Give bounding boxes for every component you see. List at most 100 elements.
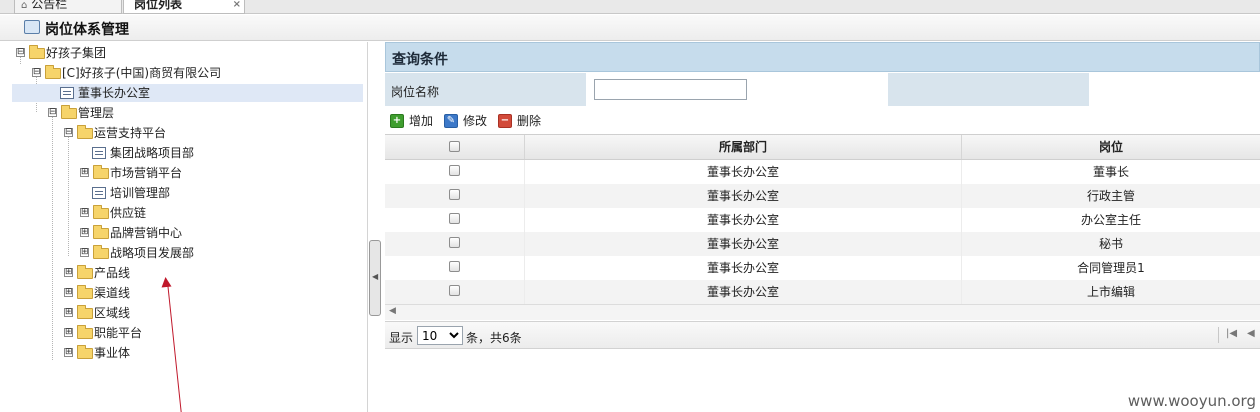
tree-node-label: 供应链 — [110, 206, 147, 220]
row-checkbox[interactable] — [449, 237, 460, 248]
column-header-dept[interactable]: 所属部门 — [525, 135, 962, 159]
tree-node-strategy-dept[interactable]: 集团战略项目部 — [78, 144, 348, 162]
dept-cell: 董事长办公室 — [525, 160, 962, 184]
table-row[interactable]: 董事长办公室 办公室主任 — [385, 208, 1260, 232]
dept-cell: 董事长办公室 — [525, 232, 962, 256]
tree-node-training[interactable]: 培训管理部 — [78, 184, 348, 202]
collapse-icon[interactable]: ⊟ — [48, 108, 57, 117]
grid-header: 所属部门 岗位 — [385, 134, 1260, 160]
expand-icon[interactable]: ⊞ — [64, 308, 73, 317]
tree-node-label: 培训管理部 — [110, 186, 171, 200]
expand-icon[interactable]: ⊞ — [64, 268, 73, 277]
folder-icon — [77, 305, 93, 319]
tree-node-label: 好孩子集团 — [46, 46, 107, 60]
post-cell: 董事长 — [1092, 165, 1129, 179]
tree-node-marketing-platform[interactable]: ⊞ 市场营销平台 — [78, 164, 348, 182]
dept-cell: 董事长办公室 — [525, 256, 962, 280]
expand-icon[interactable]: ⊞ — [64, 288, 73, 297]
post-name-input[interactable] — [594, 79, 747, 100]
query-row: 岗位名称 — [385, 73, 1260, 106]
pagination-bar: 显示 10 条，共6条 |◀ ◀ — [385, 321, 1260, 349]
add-icon: + — [390, 114, 404, 128]
tree-node-label: 区域线 — [94, 306, 131, 320]
page-icon — [60, 87, 74, 99]
scroll-left-icon[interactable]: ◀ — [389, 306, 396, 316]
tree-node-group[interactable]: ⊟ 好孩子集团 — [14, 44, 354, 62]
tree-node-management[interactable]: ⊟ 管理层 — [46, 104, 346, 122]
tree-node-label: 董事长办公室 — [78, 86, 151, 100]
post-cell: 办公室主任 — [1080, 213, 1141, 227]
tree-guide-line — [52, 116, 53, 360]
dept-cell: 董事长办公室 — [525, 208, 962, 232]
select-all-checkbox[interactable] — [449, 141, 460, 152]
tree-node-operations[interactable]: ⊟ 运营支持平台 — [62, 124, 352, 142]
query-empty-cell — [888, 73, 1089, 106]
table-row[interactable]: 董事长办公室 行政主管 — [385, 184, 1260, 208]
query-input-cell — [586, 73, 888, 106]
edit-button[interactable]: ✎ 修改 — [444, 112, 492, 130]
table-row[interactable]: 董事长办公室 上市编辑 — [385, 280, 1260, 304]
expand-icon[interactable]: ⊞ — [80, 208, 89, 217]
tree-node-label: 品牌营销中心 — [110, 226, 183, 240]
post-cell: 行政主管 — [1086, 189, 1135, 203]
expand-icon[interactable]: ⊞ — [64, 328, 73, 337]
post-cell: 上市编辑 — [1086, 285, 1135, 299]
folder-icon — [93, 225, 109, 239]
tree-node-label: [C]好孩子(中国)商贸有限公司 — [62, 66, 222, 80]
tree-node-chairman-office[interactable]: 董事长办公室 — [12, 84, 363, 102]
prev-page-icon[interactable]: ◀ — [1247, 328, 1255, 339]
row-checkbox[interactable] — [449, 285, 460, 296]
tree-node-supply-chain[interactable]: ⊞ 供应链 — [78, 204, 348, 222]
table-row[interactable]: 董事长办公室 合同管理员1 — [385, 256, 1260, 280]
edit-icon: ✎ — [444, 114, 458, 128]
tree-node-label: 事业体 — [94, 346, 131, 360]
expand-icon[interactable]: ⊞ — [80, 248, 89, 257]
panel-splitter[interactable]: ◀ — [369, 240, 381, 316]
table-row[interactable]: 董事长办公室 董事长 — [385, 160, 1260, 184]
tree-node-label: 运营支持平台 — [94, 126, 167, 140]
tab-post-list[interactable]: 岗位列表 × — [123, 0, 245, 14]
tree-node-function-platform[interactable]: ⊞ 职能平台 — [62, 324, 342, 342]
expand-icon[interactable]: ⊞ — [80, 228, 89, 237]
expand-icon[interactable]: ⊞ — [64, 348, 73, 357]
tree-node-brand-marketing[interactable]: ⊞ 品牌营销中心 — [78, 224, 348, 242]
home-icon: ⌂ — [21, 0, 28, 11]
row-checkbox[interactable] — [449, 261, 460, 272]
horizontal-scrollbar[interactable]: ◀ — [385, 304, 1260, 320]
tree-node-strategic-projects[interactable]: ⊞ 战略项目发展部 — [78, 244, 348, 262]
grid-toolbar: + 增加 ✎ 修改 − 删除 — [385, 110, 1260, 134]
folder-icon — [77, 125, 93, 139]
tree-node-company[interactable]: ⊟ [C]好孩子(中国)商贸有限公司 — [30, 64, 360, 82]
close-icon[interactable]: × — [233, 0, 241, 12]
collapse-icon[interactable]: ⊟ — [64, 128, 73, 137]
tab-bulletin[interactable]: ⌂ 公告栏 — [14, 0, 122, 14]
table-row[interactable]: 董事长办公室 秘书 — [385, 232, 1260, 256]
folder-icon — [93, 205, 109, 219]
tree-node-channel-line[interactable]: ⊞ 渠道线 — [62, 284, 342, 302]
delete-button[interactable]: − 删除 — [498, 112, 546, 130]
row-checkbox-cell — [385, 280, 525, 304]
tree-node-region-line[interactable]: ⊞ 区域线 — [62, 304, 342, 322]
query-empty-cell — [1089, 73, 1260, 106]
post-cell: 秘书 — [1098, 237, 1123, 251]
page-header: 岗位体系管理 — [0, 15, 1260, 41]
add-button[interactable]: + 增加 — [390, 112, 438, 130]
dept-cell: 董事长办公室 — [525, 280, 962, 304]
delete-button-label: 删除 — [517, 114, 542, 128]
row-checkbox[interactable] — [449, 213, 460, 224]
collapse-icon[interactable]: ⊟ — [32, 68, 41, 77]
folder-icon — [45, 65, 61, 79]
dept-cell: 董事长办公室 — [525, 184, 962, 208]
column-header-post[interactable]: 岗位 — [962, 135, 1260, 159]
row-checkbox[interactable] — [449, 165, 460, 176]
expand-icon[interactable]: ⊞ — [80, 168, 89, 177]
folder-icon — [77, 285, 93, 299]
tree-node-product-line[interactable]: ⊞ 产品线 — [62, 264, 342, 282]
collapse-icon[interactable]: ⊟ — [16, 48, 25, 57]
tree-node-business-unit[interactable]: ⊞ 事业体 — [62, 344, 342, 362]
page-size-select[interactable]: 10 — [417, 326, 463, 345]
tab-bulletin-label: 公告栏 — [31, 0, 68, 11]
row-checkbox-cell — [385, 256, 525, 280]
row-checkbox[interactable] — [449, 189, 460, 200]
first-page-icon[interactable]: |◀ — [1226, 328, 1237, 339]
